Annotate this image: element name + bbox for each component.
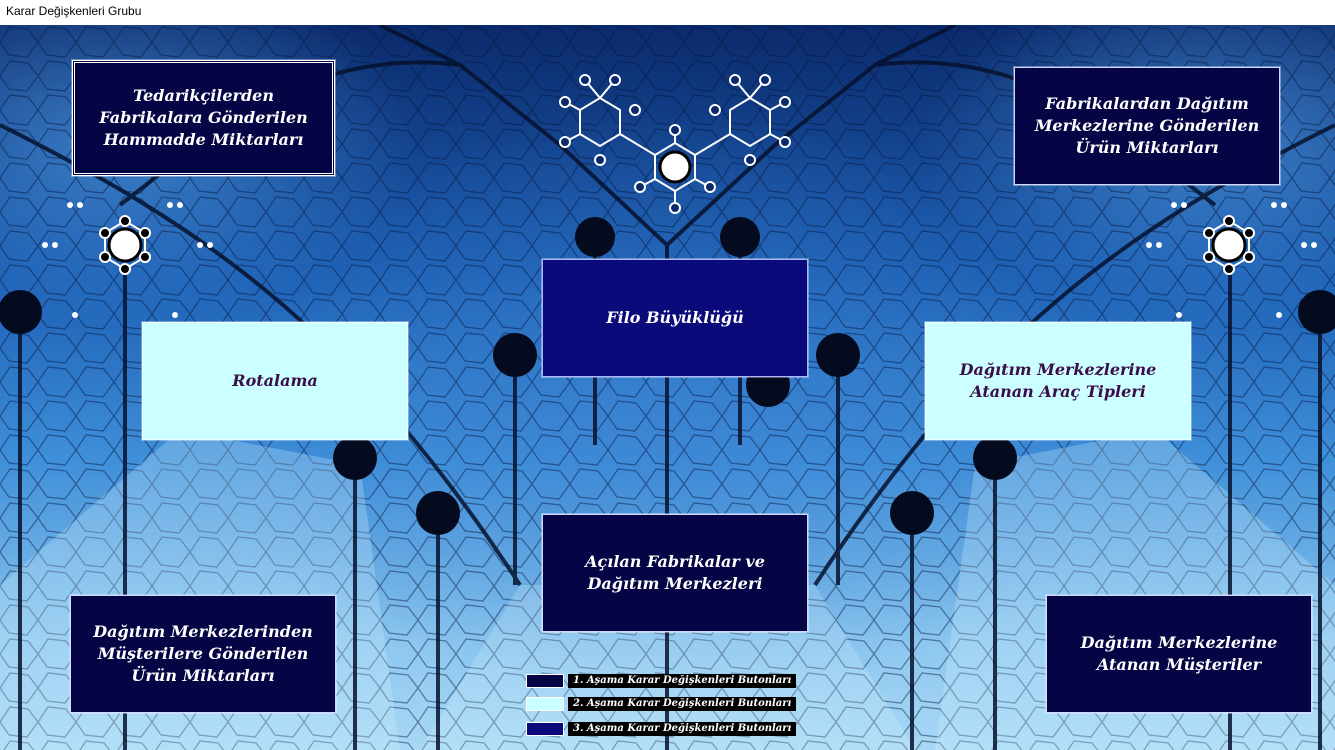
legend-label: 1. Aşama Karar Değişkenleri Butonları (568, 674, 797, 688)
filo-buyuklugu-button[interactable]: Filo Büyüklüğü (542, 259, 808, 377)
molecule-icon-right (1146, 202, 1317, 318)
acilan-fabrikalar-button[interactable]: Açılan Fabrikalar ve Dağıtım Merkezleri (542, 514, 808, 632)
legend-swatch (526, 674, 564, 688)
rotalama-button[interactable]: Rotalama (142, 322, 408, 440)
molecule-icon-left (42, 202, 213, 318)
window-title: Karar Değişkenleri Grubu (0, 0, 1335, 25)
legend-item-stage-2: 2. Aşama Karar Değişkenleri Butonları (526, 696, 797, 712)
legend-swatch (526, 722, 564, 736)
legend-label: 3. Aşama Karar Değişkenleri Butonları (568, 722, 797, 736)
dm-urun-miktarlari-button[interactable]: Fabrikalardan Dağıtım Merkezlerine Gönde… (1014, 67, 1280, 185)
arac-tipleri-button[interactable]: Dağıtım Merkezlerine Atanan Araç Tipleri (925, 322, 1191, 440)
atanan-musteriler-button[interactable]: Dağıtım Merkezlerine Atanan Müşteriler (1046, 595, 1312, 713)
decision-variables-panel: Tedarikçilerden Fabrikalara Gönderilen H… (0, 25, 1335, 750)
musteri-urun-miktarlari-button[interactable]: Dağıtım Merkezlerinden Müşterilere Gönde… (70, 595, 336, 713)
legend-label: 2. Aşama Karar Değişkenleri Butonları (568, 697, 797, 711)
hammadde-miktarlari-button[interactable]: Tedarikçilerden Fabrikalara Gönderilen H… (72, 60, 335, 176)
legend-item-stage-1: 1. Aşama Karar Değişkenleri Butonları (526, 673, 797, 689)
molecule-icon (559, 74, 791, 214)
legend-swatch (526, 697, 564, 711)
legend-item-stage-3: 3. Aşama Karar Değişkenleri Butonları (526, 721, 797, 737)
